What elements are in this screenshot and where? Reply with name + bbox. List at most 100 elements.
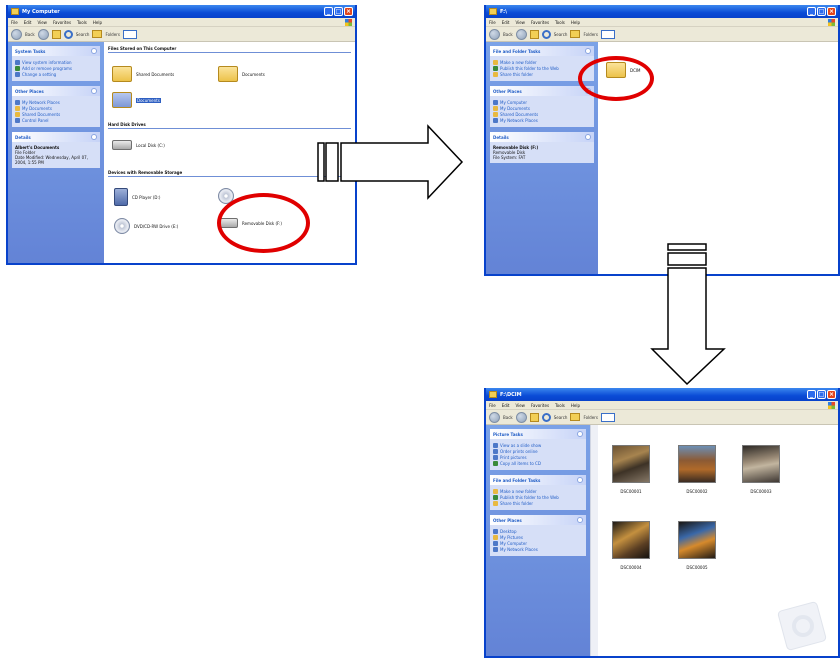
place-link[interactable]: Control Panel	[15, 118, 97, 123]
panel-header[interactable]: Other Places	[490, 86, 594, 96]
folder-item-selected[interactable]: Documents	[112, 92, 161, 108]
forward-button[interactable]	[515, 28, 527, 40]
menu-view[interactable]: View	[37, 20, 47, 25]
close-button[interactable]: ×	[827, 390, 836, 399]
menu-favorites[interactable]: Favorites	[53, 20, 71, 25]
menu-tools[interactable]: Tools	[77, 20, 87, 25]
chevron-up-icon[interactable]	[577, 517, 583, 523]
up-folder-button[interactable]	[529, 412, 539, 422]
menu-favorites[interactable]: Favorites	[531, 403, 549, 408]
panel-header[interactable]: Details	[12, 132, 100, 142]
panel-header[interactable]: Other Places	[490, 515, 586, 525]
task-link[interactable]: Copy all items to CD	[493, 461, 583, 466]
place-link[interactable]: My Network Places	[15, 100, 97, 105]
back-button[interactable]	[489, 411, 500, 423]
back-button[interactable]	[489, 28, 500, 40]
place-link[interactable]: My Documents	[15, 106, 97, 111]
menu-tools[interactable]: Tools	[555, 20, 565, 25]
forward-button[interactable]	[37, 28, 49, 40]
chevron-up-icon[interactable]	[91, 88, 97, 94]
folders-icon[interactable]	[570, 30, 581, 38]
panel-header[interactable]: File and Folder Tasks	[490, 46, 594, 56]
search-icon[interactable]	[63, 29, 73, 39]
maximize-button[interactable]: □	[817, 390, 826, 399]
task-link[interactable]: Add or remove programs	[15, 66, 97, 71]
place-link[interactable]: My Network Places	[493, 547, 583, 552]
maximize-button[interactable]: □	[817, 7, 826, 16]
photo-thumbnail[interactable]: DSC00005	[678, 521, 716, 570]
panel-header[interactable]: Details	[490, 132, 594, 142]
minimize-button[interactable]: _	[324, 7, 333, 16]
close-button[interactable]: ×	[827, 7, 836, 16]
minimize-button[interactable]: _	[807, 390, 816, 399]
task-link[interactable]: View as a slide show	[493, 443, 583, 448]
menu-file[interactable]: File	[11, 20, 18, 25]
back-button[interactable]	[11, 28, 22, 40]
title-bar[interactable]: F:\DCIM _ □ ×	[486, 388, 838, 401]
place-link[interactable]: My Computer	[493, 541, 583, 546]
up-folder-button[interactable]	[529, 29, 539, 39]
menu-tools[interactable]: Tools	[555, 403, 565, 408]
menu-edit[interactable]: Edit	[502, 403, 510, 408]
folder-item[interactable]: Documents	[218, 66, 265, 82]
task-link[interactable]: View system information	[15, 60, 97, 65]
place-link[interactable]: Shared Documents	[15, 112, 97, 117]
menu-help[interactable]: Help	[571, 403, 580, 408]
panel-header[interactable]: File and Folder Tasks	[490, 475, 586, 485]
folders-icon[interactable]	[570, 413, 581, 421]
task-link[interactable]: Print pictures	[493, 455, 583, 460]
task-link[interactable]: Share this folder	[493, 72, 591, 77]
chevron-up-icon[interactable]	[577, 431, 583, 437]
menu-view[interactable]: View	[515, 403, 525, 408]
menu-help[interactable]: Help	[93, 20, 102, 25]
photo-thumbnail[interactable]: DSC00002	[678, 445, 716, 494]
task-link[interactable]: Share this folder	[493, 501, 583, 506]
menu-file[interactable]: File	[489, 403, 496, 408]
chevron-up-icon[interactable]	[91, 48, 97, 54]
task-link[interactable]: Publish this folder to the Web	[493, 66, 591, 71]
chevron-up-icon[interactable]	[91, 134, 97, 140]
folder-item[interactable]: Shared Documents	[112, 66, 174, 82]
title-bar[interactable]: F:\ _ □ ×	[486, 5, 838, 18]
minimize-button[interactable]: _	[807, 7, 816, 16]
search-icon[interactable]	[541, 29, 551, 39]
views-button[interactable]	[600, 29, 615, 39]
menu-file[interactable]: File	[489, 20, 496, 25]
drive-item[interactable]: CD Player (D:)	[114, 188, 160, 206]
task-link[interactable]: Make a new folder	[493, 489, 583, 494]
place-link[interactable]: My Computer	[493, 100, 591, 105]
close-button[interactable]: ×	[344, 7, 353, 16]
task-link[interactable]: Publish this folder to the Web	[493, 495, 583, 500]
drive-item[interactable]: Local Disk (C:)	[112, 140, 165, 150]
search-icon[interactable]	[541, 412, 551, 422]
panel-header[interactable]: Other Places	[12, 86, 100, 96]
place-link[interactable]: My Documents	[493, 106, 591, 111]
photo-thumbnail[interactable]: DSC00004	[612, 521, 650, 570]
panel-header[interactable]: Picture Tasks	[490, 429, 586, 439]
place-link[interactable]: My Pictures	[493, 535, 583, 540]
folders-icon[interactable]	[92, 30, 103, 38]
forward-button[interactable]	[515, 411, 527, 423]
chevron-up-icon[interactable]	[585, 48, 591, 54]
place-link[interactable]: Shared Documents	[493, 112, 591, 117]
title-bar[interactable]: My Computer _ □ ×	[8, 5, 355, 18]
menu-favorites[interactable]: Favorites	[531, 20, 549, 25]
views-button[interactable]	[600, 412, 615, 422]
place-link[interactable]: My Network Places	[493, 118, 591, 123]
photo-thumbnail[interactable]: DSC00003	[742, 445, 780, 494]
photo-thumbnail[interactable]: DSC00001	[612, 445, 650, 494]
chevron-up-icon[interactable]	[577, 477, 583, 483]
drive-item[interactable]: DVD/CD-RW Drive (E:)	[114, 218, 178, 234]
views-button[interactable]	[122, 29, 137, 39]
task-link[interactable]: Make a new folder	[493, 60, 591, 65]
task-link[interactable]: Change a setting	[15, 72, 97, 77]
menu-edit[interactable]: Edit	[502, 20, 510, 25]
place-link[interactable]: Desktop	[493, 529, 583, 534]
menu-view[interactable]: View	[515, 20, 525, 25]
chevron-up-icon[interactable]	[585, 134, 591, 140]
menu-edit[interactable]: Edit	[24, 20, 32, 25]
task-pane-scrollbar[interactable]	[590, 425, 598, 656]
maximize-button[interactable]: □	[334, 7, 343, 16]
panel-header[interactable]: System Tasks	[12, 46, 100, 56]
up-folder-button[interactable]	[51, 29, 61, 39]
